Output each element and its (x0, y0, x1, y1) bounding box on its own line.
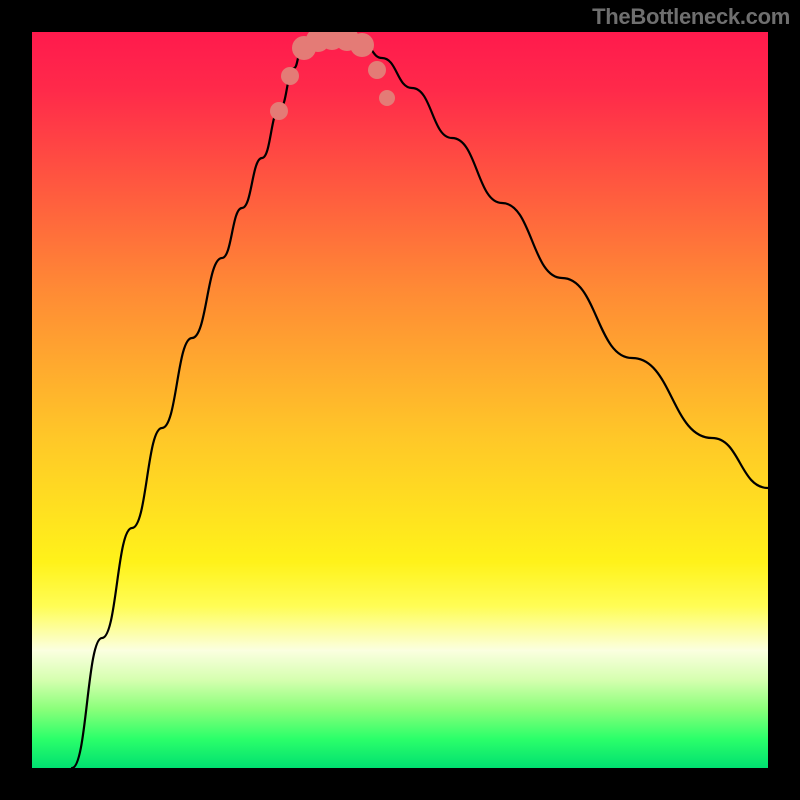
marker-dot (368, 61, 386, 79)
plot-svg (32, 32, 768, 768)
marker-dot (281, 67, 299, 85)
marker-group (270, 32, 395, 120)
plot-area (32, 32, 768, 768)
curve-path (72, 36, 768, 768)
marker-dot (270, 102, 288, 120)
marker-dot (379, 90, 395, 106)
marker-dot (350, 33, 374, 57)
chart-frame: TheBottleneck.com (0, 0, 800, 800)
watermark-text: TheBottleneck.com (592, 4, 790, 30)
